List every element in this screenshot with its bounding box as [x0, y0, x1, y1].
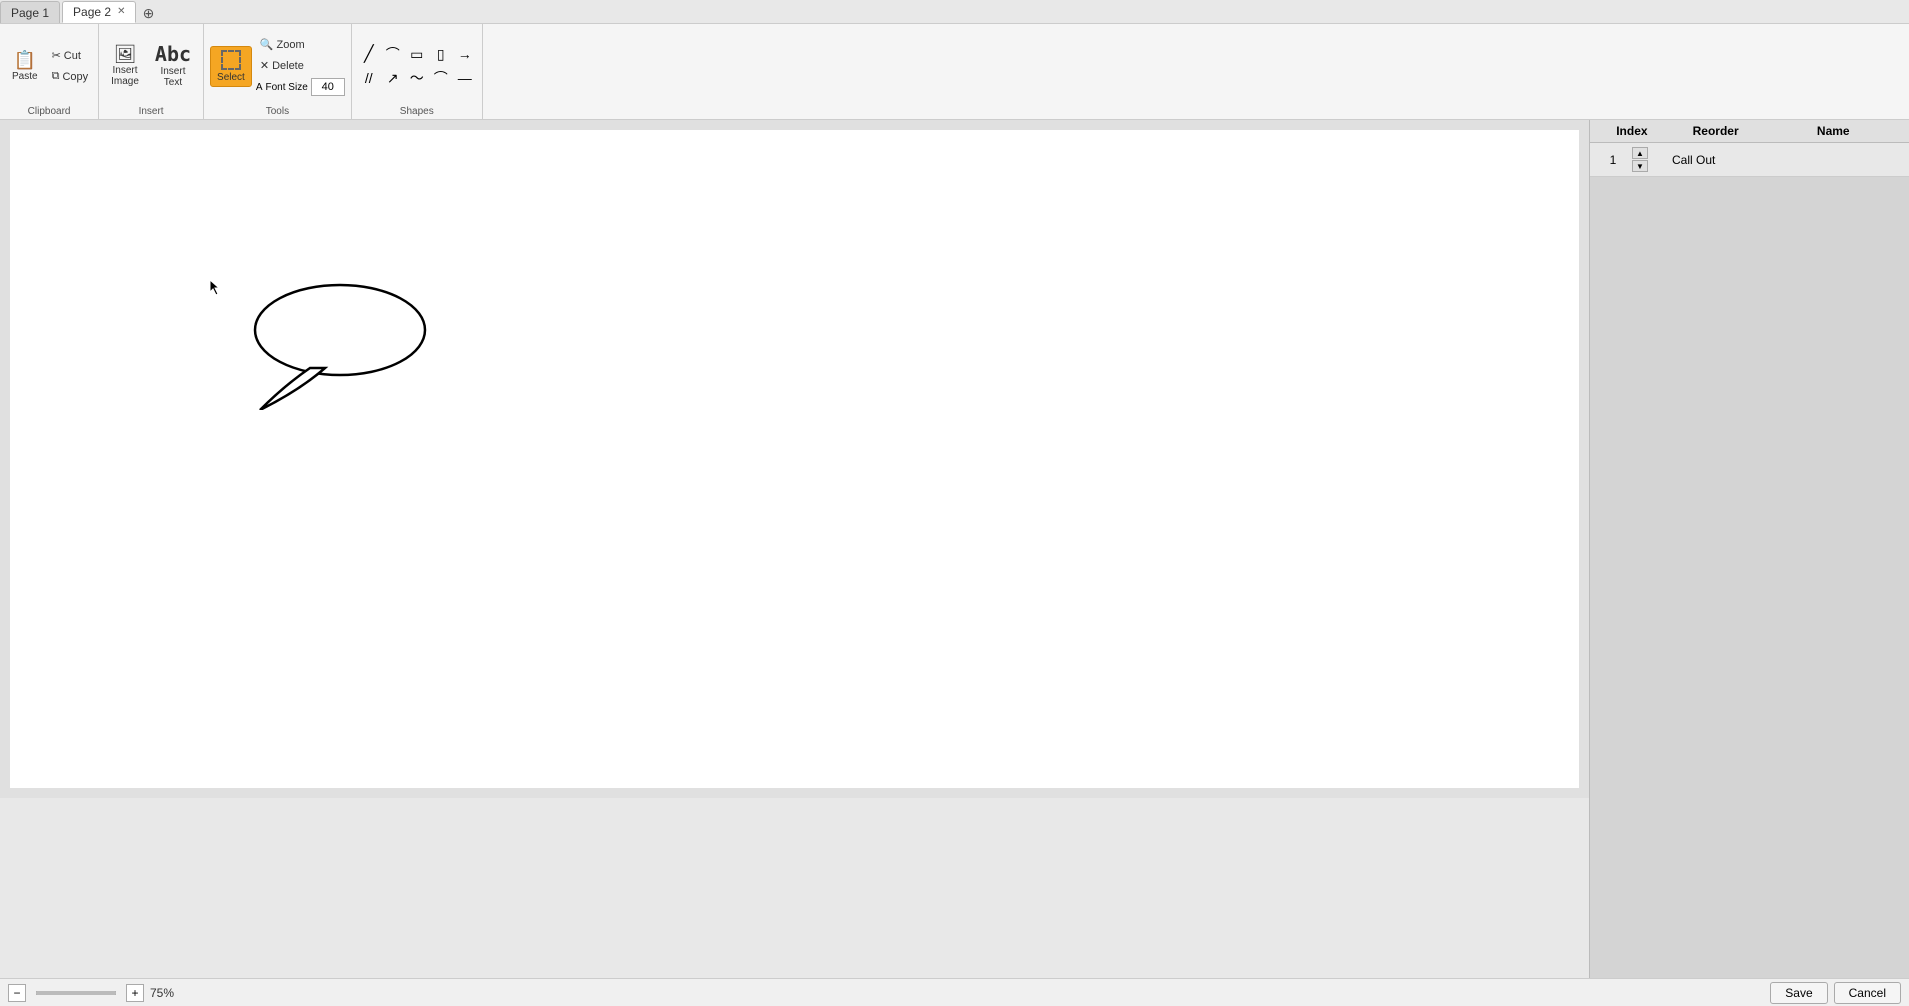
- font-size-icon: A: [256, 82, 263, 93]
- header-reorder: Reorder: [1682, 124, 1750, 138]
- cursor-position: [208, 278, 222, 299]
- tab-page2[interactable]: Page 2 ✕: [62, 1, 136, 23]
- font-size-control: A Font Size 40: [256, 78, 345, 96]
- right-panel-row-1: 1 ▲ ▼ Call Out: [1590, 143, 1909, 177]
- tab-page1-label: Page 1: [11, 6, 49, 20]
- shape-curve[interactable]: ⌒: [430, 67, 452, 89]
- right-panel: Index Reorder Name 1 ▲ ▼ Call Out: [1589, 120, 1909, 978]
- insert-text-button[interactable]: Abc InsertText: [149, 41, 197, 91]
- zoom-slider-track: [36, 991, 116, 995]
- canvas-below-area: [0, 798, 1589, 978]
- insert-label: Insert: [105, 104, 197, 117]
- select-icon: [221, 50, 241, 70]
- main-area: Index Reorder Name 1 ▲ ▼ Call Out: [0, 120, 1909, 978]
- delete-icon: ✕: [260, 59, 269, 72]
- row-name: Call Out: [1672, 153, 1901, 167]
- reorder-buttons: ▲ ▼: [1632, 147, 1668, 172]
- insert-content: 🖼 InsertImage Abc InsertText: [105, 28, 197, 104]
- header-index: Index: [1598, 124, 1666, 138]
- shape-line-h[interactable]: —: [454, 67, 476, 89]
- tab-page2-close[interactable]: ✕: [117, 7, 125, 17]
- speech-bubble[interactable]: [230, 280, 430, 413]
- insert-image-button[interactable]: 🖼 InsertImage: [105, 42, 145, 90]
- copy-icon: ⧉: [52, 70, 60, 83]
- bottom-right-buttons: Save Cancel: [1770, 982, 1901, 1004]
- cut-button[interactable]: ✂ Cut: [48, 47, 93, 64]
- cut-icon: ✂: [52, 49, 61, 62]
- tabs-bar: Page 1 Page 2 ✕ ⊕: [0, 0, 1909, 24]
- callout-svg: [230, 280, 430, 410]
- toolbar-section-clipboard: 📋 Paste ✂ Cut ⧉ Copy Clipboard: [0, 24, 99, 119]
- font-size-label: Font Size: [266, 82, 308, 93]
- zoom-out-button[interactable]: −: [8, 984, 26, 1002]
- tab-page1[interactable]: Page 1: [0, 1, 60, 23]
- shapes-grid: ╱ ⌒ ▭ ▯ → // ↗ 〜 ⌒ —: [358, 43, 476, 89]
- row-index: 1: [1598, 153, 1628, 167]
- paste-button[interactable]: 📋 Paste: [6, 48, 44, 85]
- shapes-label: Shapes: [358, 104, 476, 117]
- toolbar: 📋 Paste ✂ Cut ⧉ Copy Clipboard 🖼 InsertI…: [0, 24, 1909, 120]
- shape-rect-h[interactable]: ▭: [406, 43, 428, 65]
- zoom-button[interactable]: 🔍 Zoom: [256, 36, 345, 53]
- right-panel-body: [1590, 177, 1909, 978]
- clipboard-label: Clipboard: [6, 104, 92, 117]
- right-panel-header: Index Reorder Name: [1590, 120, 1909, 143]
- shape-rect-v[interactable]: ▯: [430, 43, 452, 65]
- insert-text-icon: Abc: [155, 44, 191, 64]
- delete-button[interactable]: ✕ Delete: [256, 57, 345, 74]
- tools-label: Tools: [210, 104, 345, 117]
- copy-button[interactable]: ⧉ Copy: [48, 68, 93, 85]
- cancel-button[interactable]: Cancel: [1834, 982, 1901, 1004]
- toolbar-section-tools: Select 🔍 Zoom ✕ Delete A Font Size 40 To…: [204, 24, 352, 119]
- insert-image-icon: 🖼: [114, 45, 137, 63]
- zoom-in-button[interactable]: +: [126, 984, 144, 1002]
- zoom-slider[interactable]: [36, 991, 116, 995]
- zoom-level: 75%: [150, 986, 174, 1000]
- shapes-content: ╱ ⌒ ▭ ▯ → // ↗ 〜 ⌒ —: [358, 28, 476, 104]
- toolbar-section-insert: 🖼 InsertImage Abc InsertText Insert: [99, 24, 204, 119]
- bottom-bar: − + 75% Save Cancel: [0, 978, 1909, 1006]
- font-size-input[interactable]: 40: [311, 78, 345, 96]
- save-button[interactable]: Save: [1770, 982, 1827, 1004]
- tab-add-button[interactable]: ⊕: [138, 3, 158, 23]
- header-name: Name: [1766, 124, 1902, 138]
- clipboard-content: 📋 Paste ✂ Cut ⧉ Copy: [6, 28, 92, 104]
- shape-arc[interactable]: ⌒: [382, 43, 404, 65]
- canvas-page[interactable]: [10, 130, 1579, 788]
- reorder-down-button[interactable]: ▼: [1632, 160, 1648, 172]
- shape-double-slash[interactable]: //: [358, 67, 380, 89]
- tools-content: Select 🔍 Zoom ✕ Delete A Font Size 40: [210, 28, 345, 104]
- tab-page2-label: Page 2: [73, 5, 111, 19]
- shape-wave[interactable]: ↗: [382, 67, 404, 89]
- select-button[interactable]: Select: [210, 46, 252, 87]
- paste-icon: 📋: [14, 51, 36, 69]
- shape-arrow-right[interactable]: →: [454, 43, 476, 65]
- shape-line-diagonal[interactable]: ╱: [358, 43, 380, 65]
- reorder-up-button[interactable]: ▲: [1632, 147, 1648, 159]
- toolbar-section-shapes: ╱ ⌒ ▭ ▯ → // ↗ 〜 ⌒ — Shapes: [352, 24, 483, 119]
- zoom-icon: 🔍: [260, 38, 274, 51]
- cursor-icon: [208, 278, 222, 296]
- shape-squiggle[interactable]: 〜: [406, 67, 428, 89]
- canvas-area: [0, 120, 1589, 978]
